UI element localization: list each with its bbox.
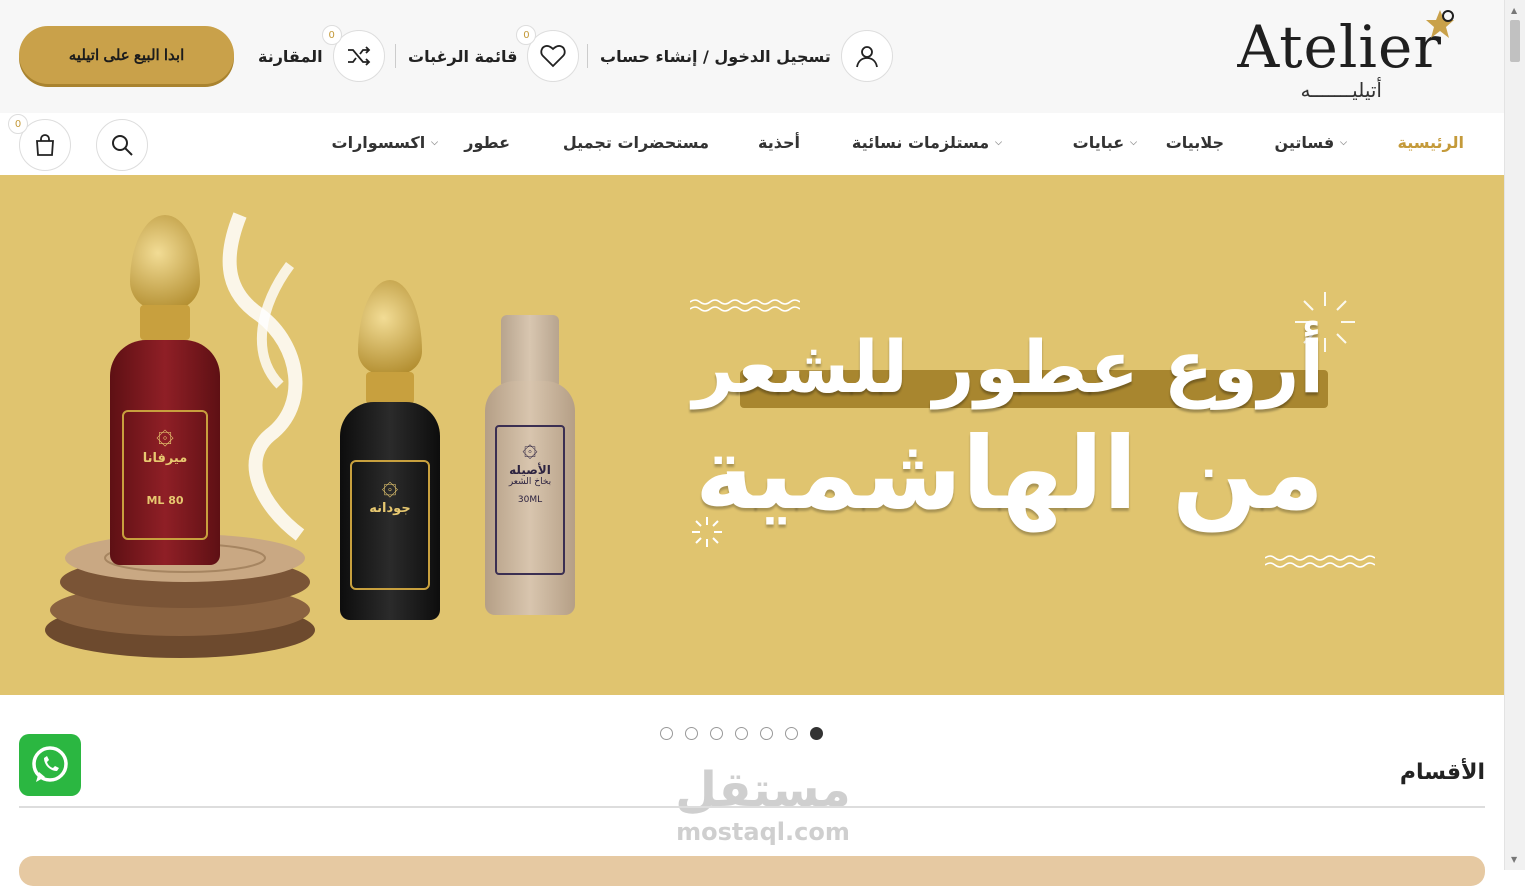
banner-headline-2: من الهاشمية	[695, 415, 1324, 532]
banner-headline-1: أروع عطور للشعر	[692, 325, 1324, 409]
logo-star-icon	[1426, 10, 1454, 38]
bottle3-name: الأصيله	[509, 463, 551, 477]
watermark-latin: mostaql.com	[676, 818, 850, 846]
nav-item-home[interactable]: الرئيسية	[1398, 133, 1465, 152]
heart-icon: 0	[516, 25, 580, 82]
bottle2-name: جودانه	[369, 501, 411, 516]
bottle3-sub: بخاخ الشعر	[508, 477, 552, 487]
shuffle-icon: 0	[321, 25, 385, 82]
compare-label: المقارنة	[258, 46, 323, 66]
slider-dot[interactable]	[735, 727, 748, 740]
cart-button[interactable]: 0	[8, 114, 71, 171]
shopping-bag-icon	[36, 134, 54, 156]
slider-dot[interactable]	[760, 727, 773, 740]
start-selling-button[interactable]: ابدا البيع على اتيليه	[19, 26, 234, 84]
whatsapp-icon	[32, 746, 68, 782]
scroll-up-arrow-icon[interactable]: ▲	[1511, 6, 1517, 15]
chevron-down-icon: ⌵	[1340, 137, 1347, 148]
cart-count-badge: 0	[8, 114, 28, 134]
slider-dot[interactable]	[685, 727, 698, 740]
compare-count-badge: 0	[321, 25, 342, 45]
watermark-arabic: مستقل	[675, 762, 851, 818]
main-nav: الرئيسية فساتين ⌵ جلابيات عبايات ⌵ مستلزما…	[0, 113, 1504, 175]
watermark: مستقل mostaql.com	[668, 762, 858, 846]
section-title-categories: الأقسام	[1399, 760, 1485, 785]
bottle3-size: 30ML	[517, 495, 543, 505]
account-label: تسجيل الدخول / إنشاء حساب	[600, 46, 831, 66]
header-divider	[395, 44, 396, 68]
page-scrollbar[interactable]: ▲ ▼	[1504, 0, 1525, 870]
wishlist-label: قائمة الرغبات	[408, 46, 518, 66]
bottle1-size: ML 80	[146, 494, 184, 507]
slider-dot[interactable]	[785, 727, 798, 740]
slider-dot-active[interactable]	[810, 727, 823, 740]
chevron-down-icon: ⌵	[1130, 137, 1137, 148]
nav-item-womens-supplies[interactable]: مستلزمات نسائية ⌵	[852, 133, 1002, 152]
nav-label: عبايات	[1072, 133, 1125, 152]
emblem-icon: ۞	[522, 433, 538, 463]
nav-item-abayas[interactable]: عبايات ⌵	[1073, 133, 1137, 152]
product-bottle-black: ۞ جودانه	[340, 280, 440, 620]
nav-label: فساتين	[1274, 133, 1335, 152]
nav-item-cosmetics[interactable]: مستحضرات تجميل	[563, 133, 709, 152]
scroll-down-arrow-icon[interactable]: ▼	[1511, 855, 1517, 864]
nav-label: عطور	[464, 133, 510, 152]
category-image-strip[interactable]	[19, 856, 1485, 886]
nav-item-dresses[interactable]: فساتين ⌵	[1274, 133, 1347, 152]
nav-label: مستلزمات نسائية	[851, 133, 990, 152]
section-divider	[19, 806, 1485, 808]
account-link[interactable]: تسجيل الدخول / إنشاء حساب	[600, 30, 893, 82]
nav-item-perfumes[interactable]: عطور	[464, 133, 510, 152]
nav-label: مستحضرات تجميل	[562, 133, 709, 152]
nav-label: الرئيسية	[1397, 133, 1465, 152]
logo-arabic-text: أتيليـــــــه	[1300, 78, 1382, 102]
nav-label: اكسسوارات	[331, 133, 426, 152]
slider-pagination	[660, 727, 823, 740]
product-bottle-beige: ۞ الأصيله بخاخ الشعر 30ML	[485, 315, 575, 615]
wave-decoration	[1265, 555, 1375, 568]
wave-decoration	[690, 299, 800, 312]
calligraphy-ornament	[222, 212, 305, 541]
emblem-icon: ۞	[156, 416, 174, 451]
logo-latin-text: Atelier	[1237, 13, 1442, 81]
hero-banner[interactable]: ۞ ميرفانا ML 80 ۞ جودانه ۞ الأصيله بخاخ …	[0, 175, 1504, 695]
whatsapp-button[interactable]	[19, 734, 81, 796]
search-button[interactable]	[96, 119, 148, 171]
chevron-down-icon: ⌵	[431, 137, 438, 148]
nav-item-accessories[interactable]: اكسسوارات ⌵	[332, 133, 438, 152]
nav-label: أحذية	[758, 133, 800, 152]
nav-item-shoes[interactable]: أحذية	[758, 133, 800, 152]
top-header: Atelier أتيليـــــــه تسجيل الدخول / إنش…	[0, 0, 1504, 113]
bottle1-name: ميرفانا	[142, 451, 188, 466]
compare-link[interactable]: المقارنة 0	[258, 25, 385, 82]
site-logo[interactable]: Atelier أتيليـــــــه	[1212, 6, 1462, 108]
search-icon	[112, 135, 133, 156]
slider-dot[interactable]	[710, 727, 723, 740]
emblem-icon: ۞	[381, 468, 399, 501]
slider-dot[interactable]	[660, 727, 673, 740]
product-bottle-red: ۞ ميرفانا ML 80	[110, 215, 220, 565]
chevron-down-icon: ⌵	[995, 137, 1002, 148]
user-icon	[840, 30, 893, 82]
wishlist-count-badge: 0	[516, 25, 537, 45]
nav-item-jalabiyas[interactable]: جلابيات	[1166, 133, 1224, 152]
nav-label: جلابيات	[1165, 133, 1224, 152]
header-divider	[587, 44, 588, 68]
scrollbar-thumb[interactable]	[1510, 20, 1520, 62]
wishlist-link[interactable]: قائمة الرغبات 0	[408, 25, 580, 82]
